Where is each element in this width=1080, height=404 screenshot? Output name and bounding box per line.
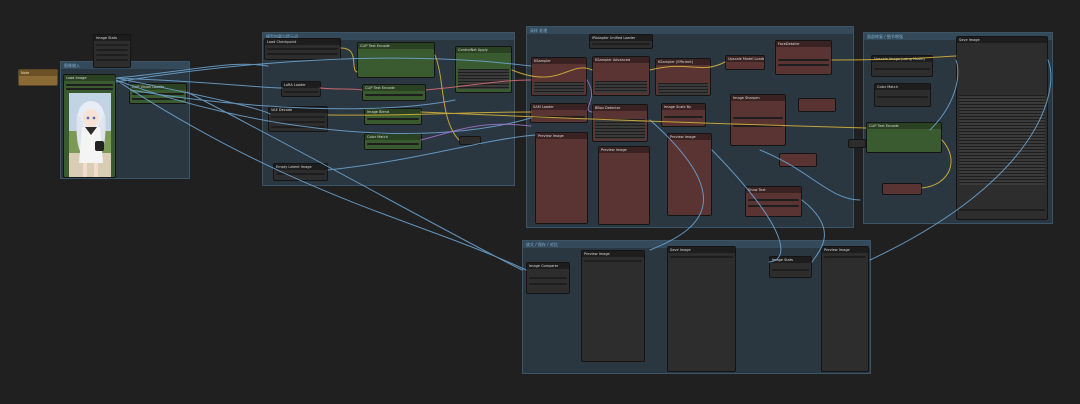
link-wire <box>649 119 704 251</box>
link-wire <box>831 55 957 61</box>
link-wire <box>340 47 358 73</box>
link-wire <box>511 67 593 78</box>
link-wire <box>327 134 536 171</box>
link-wire <box>420 111 867 129</box>
link-wire <box>649 61 726 71</box>
link-wire <box>711 149 782 263</box>
link-wire <box>115 57 532 83</box>
link-wire <box>929 59 959 131</box>
link-wire <box>921 139 952 189</box>
link-wire <box>129 89 456 110</box>
node-links <box>115 47 1052 271</box>
link-wire <box>186 91 523 271</box>
link-wire <box>115 77 271 115</box>
link-wire <box>869 59 1052 261</box>
graph-canvas[interactable]: 图像输入 模型加载与提示词 采样 处理 面部修复 / 细节增强 放大 / 保存 … <box>0 0 1080 404</box>
link-wire <box>759 149 861 201</box>
link-wire <box>586 79 593 113</box>
link-wire <box>801 199 825 263</box>
link-wire <box>434 54 460 141</box>
link-wire <box>319 87 363 91</box>
